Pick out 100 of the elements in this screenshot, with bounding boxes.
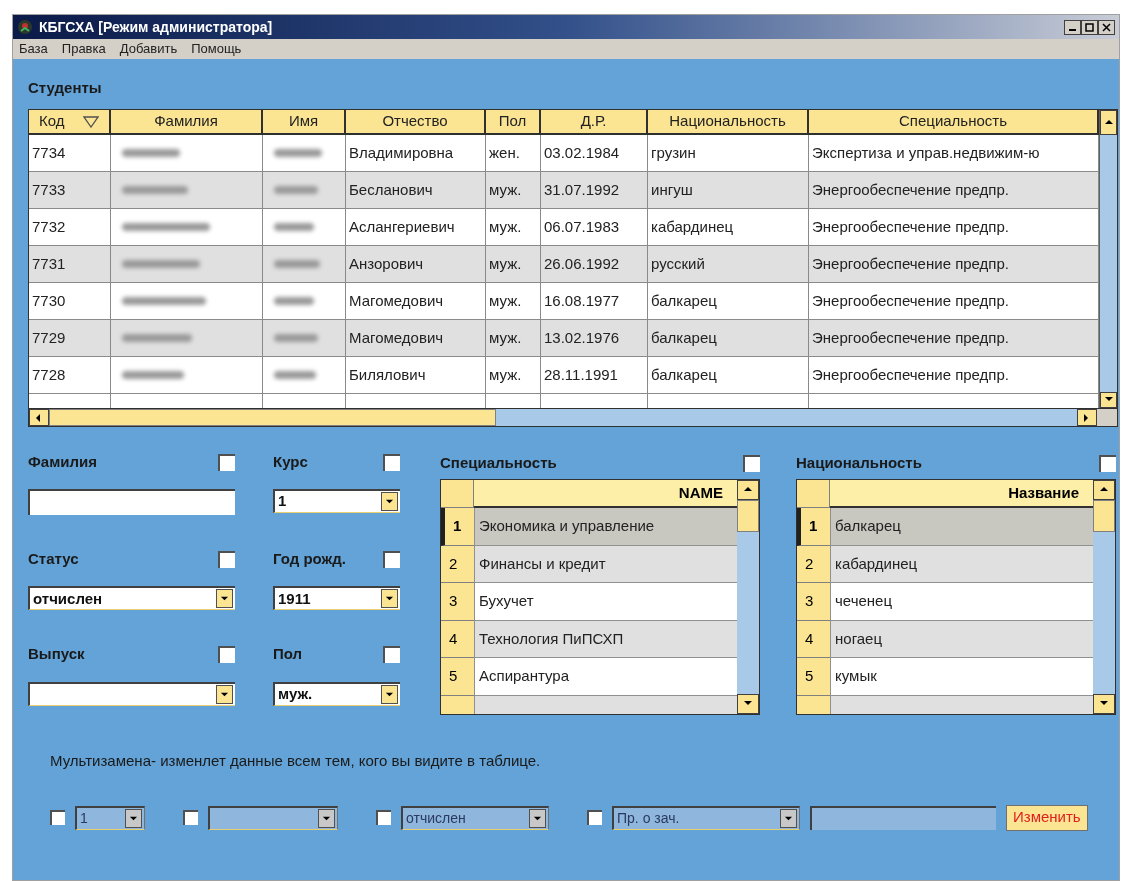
checkbox[interactable] bbox=[183, 810, 198, 825]
column-header[interactable]: Пол bbox=[486, 110, 541, 135]
dropdown[interactable]: 1911 bbox=[273, 586, 400, 611]
dropdown[interactable]: 1 bbox=[75, 805, 145, 830]
column-header[interactable]: Название bbox=[830, 480, 1093, 508]
list-item[interactable]: Бухучет bbox=[474, 583, 737, 621]
list-item[interactable]: Технология ПиПСХП bbox=[474, 620, 737, 658]
scroll-right-button[interactable] bbox=[1077, 409, 1097, 426]
table-cell-text: 13.02.1976 bbox=[544, 327, 620, 348]
row-number[interactable]: 3 bbox=[797, 583, 830, 621]
minimize-button[interactable] bbox=[1064, 19, 1081, 35]
table-cell-text: балкарец bbox=[651, 290, 717, 311]
filter-label: Статус bbox=[28, 549, 79, 570]
table-cell-text: 7734 bbox=[32, 142, 66, 163]
scroll-up-button[interactable] bbox=[1100, 110, 1117, 135]
checkbox[interactable] bbox=[743, 454, 760, 472]
column-header[interactable]: Отчество bbox=[346, 110, 486, 135]
scroll-up-button[interactable] bbox=[737, 480, 759, 500]
triangle-icon bbox=[385, 497, 394, 506]
row-number[interactable]: 2 bbox=[441, 545, 474, 583]
table-cell-text: муж. bbox=[489, 364, 522, 385]
checkbox[interactable] bbox=[383, 646, 400, 664]
dropdown[interactable]: отчислен bbox=[401, 805, 549, 830]
filter-label: Курс bbox=[273, 451, 308, 472]
checkbox[interactable] bbox=[587, 810, 602, 825]
table-cell-text: 7732 bbox=[32, 216, 66, 237]
table-cell-text: 7728 bbox=[32, 364, 66, 385]
column-header[interactable]: Д.Р. bbox=[541, 110, 648, 135]
row-number[interactable]: 5 bbox=[797, 658, 830, 696]
dropdown[interactable]: Пр. о зач. bbox=[612, 805, 800, 830]
row-number[interactable]: 1 bbox=[797, 508, 830, 546]
dropdown[interactable] bbox=[28, 681, 235, 706]
checkbox[interactable] bbox=[218, 646, 235, 664]
row-number[interactable]: 1 bbox=[441, 508, 474, 546]
table-cell-text: Магомедович bbox=[349, 290, 444, 311]
blurred-text bbox=[274, 260, 320, 268]
corner-cell bbox=[797, 480, 830, 508]
blurred-text bbox=[122, 149, 180, 157]
dropdown[interactable]: муж. bbox=[273, 681, 400, 706]
table-cell-text: муж. bbox=[489, 327, 522, 348]
row-number[interactable]: 2 bbox=[797, 545, 830, 583]
list-item[interactable]: Аспирантура bbox=[474, 658, 737, 696]
column-header[interactable]: Код bbox=[29, 110, 111, 135]
list-item[interactable]: чеченец bbox=[830, 583, 1093, 621]
input-field[interactable] bbox=[28, 489, 235, 515]
column-header[interactable]: Национальность bbox=[648, 110, 809, 135]
row-number[interactable]: 3 bbox=[441, 583, 474, 621]
checkbox[interactable] bbox=[50, 810, 65, 825]
scroll-thumb[interactable] bbox=[737, 500, 759, 532]
scroll-up-button[interactable] bbox=[1093, 480, 1115, 500]
column-header[interactable]: NAME bbox=[474, 480, 737, 508]
menu-item[interactable]: База bbox=[19, 39, 48, 59]
row-number[interactable]: 4 bbox=[441, 620, 474, 658]
menu-item[interactable]: Правка bbox=[61, 39, 106, 59]
scroll-down-button[interactable] bbox=[737, 694, 759, 714]
input-field[interactable] bbox=[810, 805, 996, 830]
checkbox[interactable] bbox=[383, 550, 400, 568]
table-cell-text: муж. bbox=[489, 253, 522, 274]
row-number[interactable]: 4 bbox=[797, 620, 830, 658]
column-header[interactable]: Фамилия bbox=[111, 110, 263, 135]
list-item[interactable]: кумык bbox=[830, 658, 1093, 696]
close-button[interactable] bbox=[1098, 19, 1115, 35]
scroll-down-button[interactable] bbox=[1100, 392, 1117, 408]
menu-item[interactable]: Добавить bbox=[119, 39, 178, 59]
blurred-text bbox=[274, 186, 318, 194]
checkbox[interactable] bbox=[383, 453, 400, 471]
checkbox[interactable] bbox=[218, 550, 235, 568]
checkbox[interactable] bbox=[218, 453, 235, 471]
list-item[interactable]: Экономика и управление bbox=[474, 508, 737, 546]
app-icon bbox=[17, 19, 33, 35]
scroll-left-button[interactable] bbox=[29, 409, 49, 426]
dropdown[interactable] bbox=[208, 805, 338, 830]
table-cell-text: Аслангериевич bbox=[349, 216, 455, 237]
filter-label: Выпуск bbox=[28, 644, 85, 665]
scroll-down-button[interactable] bbox=[1093, 694, 1115, 714]
dropdown[interactable]: отчислен bbox=[28, 586, 235, 611]
menu-item[interactable]: Помощь bbox=[191, 39, 242, 59]
table-cell-text: муж. bbox=[489, 216, 522, 237]
table-cell-text: муж. bbox=[489, 179, 522, 200]
maximize-button[interactable] bbox=[1081, 19, 1098, 35]
table-cell-text: Владимировна bbox=[349, 142, 454, 163]
table-cell-text: Билялович bbox=[349, 364, 426, 385]
column-header[interactable]: Специальность bbox=[809, 110, 1099, 135]
table-cell-text: ингуш bbox=[651, 179, 693, 200]
dropdown[interactable]: 1 bbox=[273, 489, 400, 513]
list-item[interactable]: ногаец bbox=[830, 620, 1093, 658]
table-cell-text: балкарец bbox=[651, 327, 717, 348]
column-header[interactable]: Имя bbox=[263, 110, 346, 135]
table-cell-text: кабардинец bbox=[651, 216, 734, 237]
scroll-thumb[interactable] bbox=[1093, 500, 1115, 532]
list-item[interactable]: кабардинец bbox=[830, 545, 1093, 583]
list-item[interactable]: балкарец bbox=[830, 508, 1093, 546]
checkbox[interactable] bbox=[1099, 454, 1116, 472]
scroll-thumb[interactable] bbox=[49, 409, 496, 426]
checkbox[interactable] bbox=[376, 810, 391, 825]
change-button[interactable]: Изменить bbox=[1006, 804, 1088, 831]
table-cell-text: русский bbox=[651, 253, 705, 274]
table-cell-text: 7733 bbox=[32, 179, 66, 200]
row-number[interactable]: 5 bbox=[441, 658, 474, 696]
list-item[interactable]: Финансы и кредит bbox=[474, 545, 737, 583]
